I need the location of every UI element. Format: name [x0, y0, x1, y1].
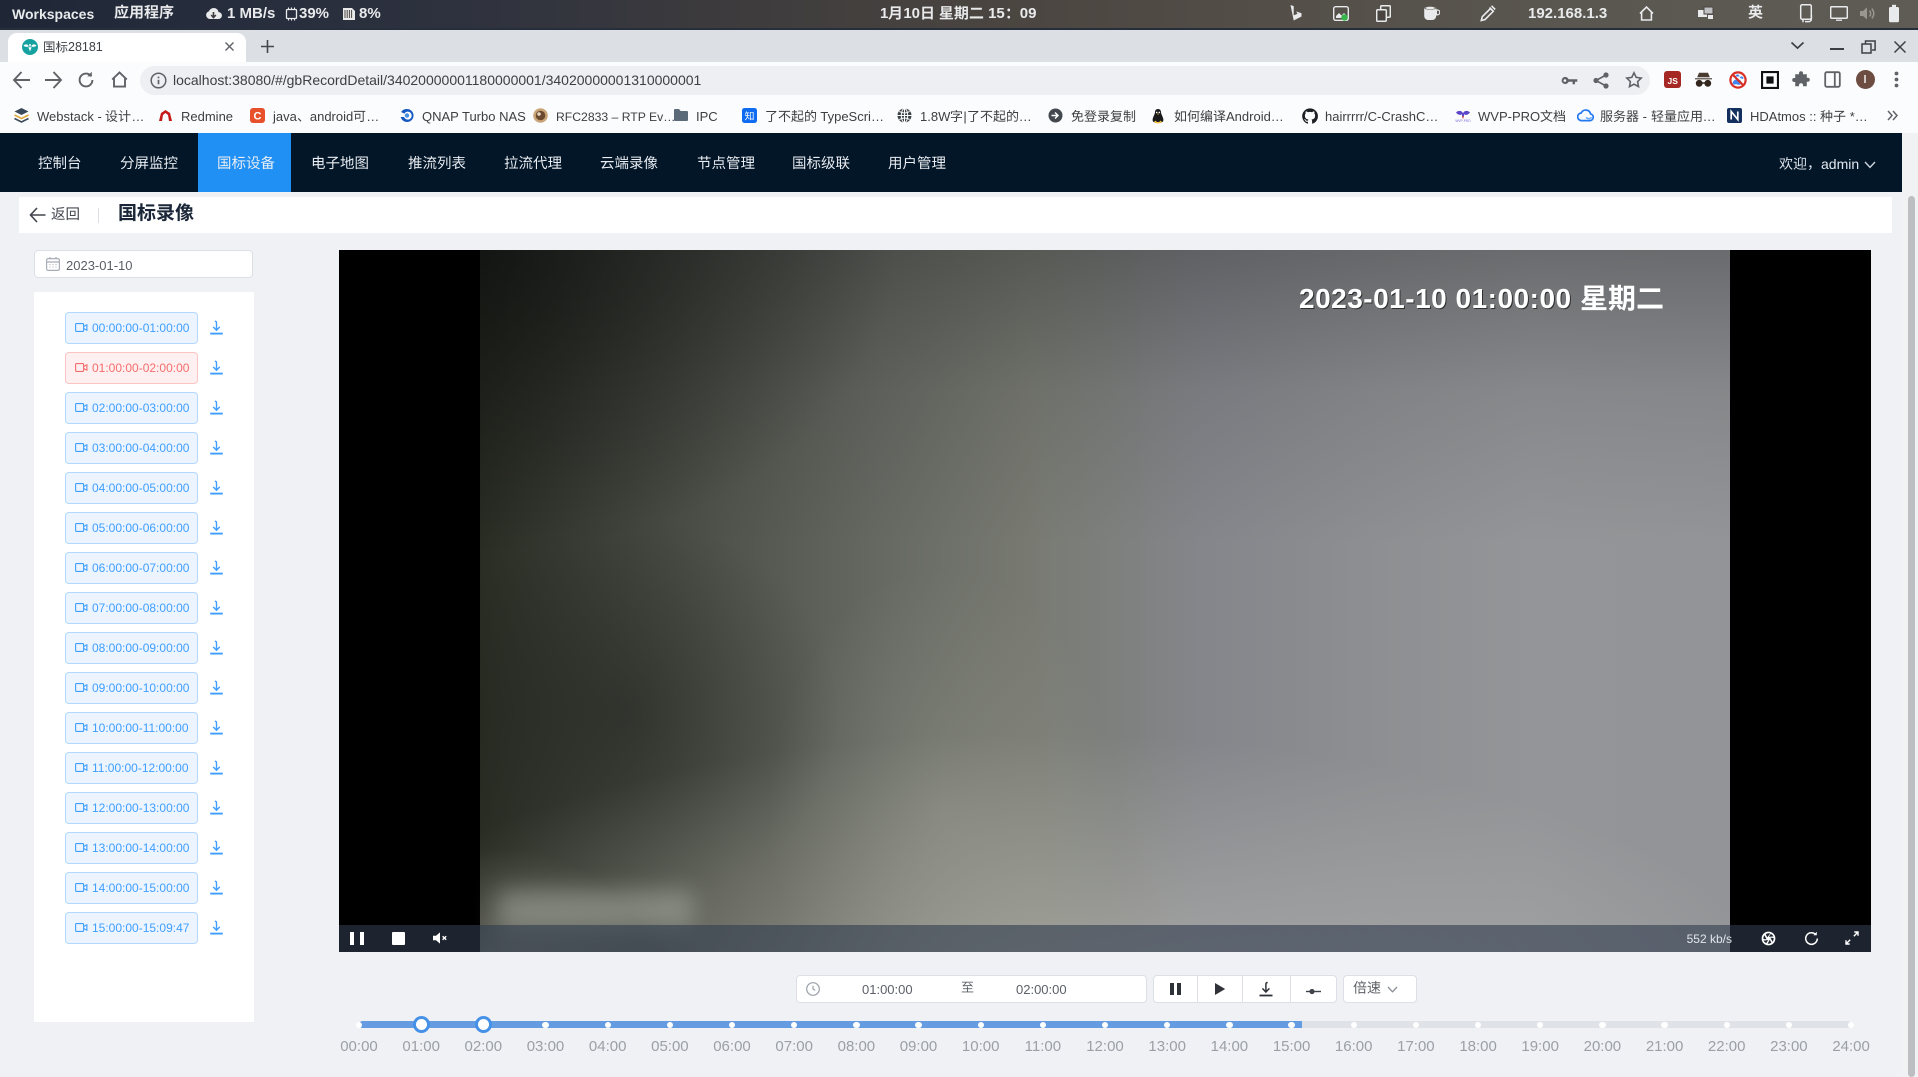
svg-text:WVP-PRO: WVP-PRO [1455, 119, 1471, 123]
svg-text:C: C [254, 111, 262, 123]
